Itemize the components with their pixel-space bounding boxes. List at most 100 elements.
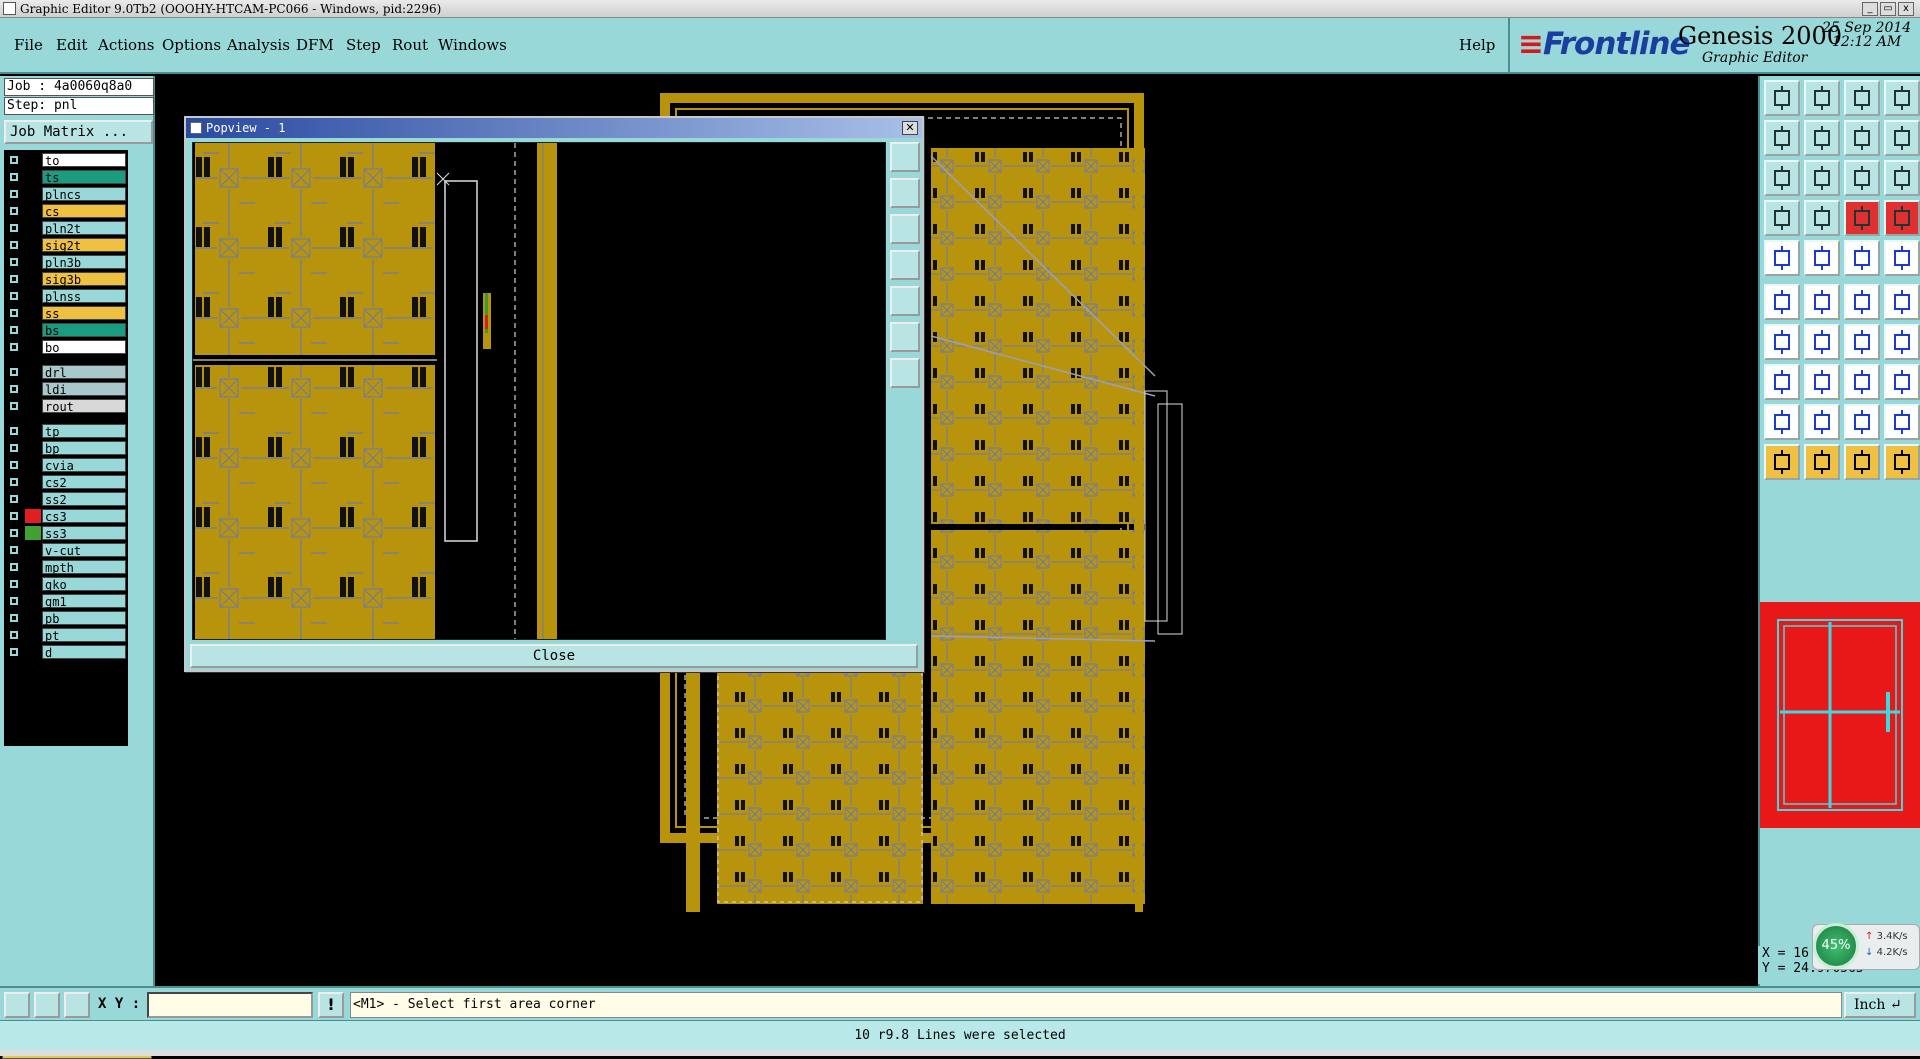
- layer-checkbox[interactable]: [9, 308, 19, 318]
- layer-name[interactable]: bs: [42, 323, 126, 338]
- layer-row-pln2t[interactable]: pln2t: [4, 220, 128, 236]
- layer-name[interactable]: ss2: [42, 492, 126, 507]
- layer-row-plncs[interactable]: plncs: [4, 186, 128, 202]
- layer-checkbox[interactable]: [9, 367, 19, 377]
- layer-up-button[interactable]: [1764, 80, 1800, 116]
- layer-row-d[interactable]: d: [4, 644, 128, 660]
- layer-color-swatch[interactable]: [25, 323, 41, 337]
- layer-checkbox[interactable]: [9, 426, 19, 436]
- unit-selector[interactable]: Inch ↵: [1844, 992, 1916, 1018]
- layer-color-swatch[interactable]: [25, 340, 41, 354]
- menu-dfm[interactable]: DFM: [296, 36, 334, 54]
- layer-name[interactable]: ss: [42, 306, 126, 321]
- undo-view-button[interactable]: [1844, 120, 1880, 156]
- circle-button[interactable]: [1884, 240, 1920, 276]
- layer-color-swatch[interactable]: [25, 441, 41, 455]
- polygon-button[interactable]: [1844, 404, 1880, 440]
- layer-name[interactable]: v-cut: [42, 543, 126, 558]
- popview-pan-down-button[interactable]: [890, 214, 920, 244]
- layer-row-pln3b[interactable]: pln3b: [4, 254, 128, 270]
- overview-map[interactable]: [1760, 602, 1920, 828]
- layer-checkbox[interactable]: [9, 206, 19, 216]
- layer-color-swatch[interactable]: [25, 153, 41, 167]
- line-button[interactable]: [1804, 364, 1840, 400]
- layer-checkbox[interactable]: [9, 630, 19, 640]
- split-window-button[interactable]: [1884, 80, 1920, 116]
- menu-rout[interactable]: Rout: [392, 36, 428, 54]
- layer-name[interactable]: pt: [42, 628, 126, 643]
- layer-color-swatch[interactable]: [25, 577, 41, 591]
- network-speed-widget[interactable]: 45% ↑ 3.4K/s ↓ 4.2K/s: [1812, 923, 1920, 970]
- layer-color-swatch[interactable]: [25, 272, 41, 286]
- layer-name[interactable]: to: [42, 153, 126, 168]
- move-button[interactable]: [1844, 284, 1880, 320]
- layer-row-bp[interactable]: bp: [4, 440, 128, 456]
- layer-name[interactable]: plncs: [42, 187, 126, 202]
- layer-row-drl[interactable]: drl: [4, 364, 128, 380]
- layer-color-swatch[interactable]: [25, 560, 41, 574]
- popview-close-button[interactable]: Close: [190, 644, 918, 668]
- layer-checkbox[interactable]: [9, 189, 19, 199]
- layer-checkbox[interactable]: [9, 647, 19, 657]
- grid-button[interactable]: [1804, 200, 1840, 236]
- layer-name[interactable]: sig2t: [42, 238, 126, 253]
- layer-color-swatch[interactable]: [25, 526, 41, 540]
- line-edit-button[interactable]: [1804, 240, 1840, 276]
- layer-row-cs[interactable]: cs: [4, 203, 128, 219]
- layer-checkbox[interactable]: [9, 384, 19, 394]
- menu-help[interactable]: Help: [1459, 36, 1495, 54]
- copy-button[interactable]: [1884, 284, 1920, 320]
- layer-row-plnss[interactable]: plnss: [4, 288, 128, 304]
- surface-button[interactable]: [1804, 404, 1840, 440]
- popview-zoom-in-button[interactable]: [890, 142, 920, 172]
- cutout-button[interactable]: [1884, 404, 1920, 440]
- layer-name[interactable]: gko: [42, 577, 126, 592]
- layer-row-ss2[interactable]: ss2: [4, 491, 128, 507]
- one-to-one-button[interactable]: [1844, 160, 1880, 196]
- layer-name[interactable]: cs: [42, 204, 126, 219]
- layer-checkbox[interactable]: [9, 342, 19, 352]
- grid-snap-button[interactable]: [64, 992, 90, 1018]
- layer-row-rout[interactable]: rout: [4, 398, 128, 414]
- layer-name[interactable]: rout: [42, 399, 126, 414]
- snap-mode-button[interactable]: [4, 992, 30, 1018]
- minimize-button[interactable]: _: [1862, 2, 1878, 16]
- pan-left-button[interactable]: [1764, 120, 1800, 156]
- layer-name[interactable]: gm1: [42, 594, 126, 609]
- net-button[interactable]: [1844, 200, 1880, 236]
- xy-input[interactable]: [147, 992, 313, 1018]
- job-matrix-button[interactable]: Job Matrix ...: [4, 120, 153, 144]
- layer-checkbox[interactable]: [9, 528, 19, 538]
- zoom-fit-button[interactable]: [1764, 160, 1800, 196]
- layer-checkbox[interactable]: [9, 494, 19, 504]
- layer-name[interactable]: bo: [42, 340, 126, 355]
- pattern-button[interactable]: [1884, 364, 1920, 400]
- popview-title-bar[interactable]: Popview - 1 ✕: [186, 118, 922, 138]
- layer-checkbox[interactable]: [9, 274, 19, 284]
- close-window-button[interactable]: x: [1898, 2, 1914, 16]
- layer-checkbox[interactable]: [9, 240, 19, 250]
- layer-color-swatch[interactable]: [25, 458, 41, 472]
- layer-color-swatch[interactable]: [25, 492, 41, 506]
- layer-row-ss[interactable]: ss: [4, 305, 128, 321]
- select-point-button[interactable]: [1844, 444, 1880, 480]
- layer-name[interactable]: cs3: [42, 509, 126, 524]
- menu-options[interactable]: Options: [162, 36, 221, 54]
- popview-pan-left-button[interactable]: [890, 250, 920, 280]
- layer-row-pb[interactable]: pb: [4, 610, 128, 626]
- app-icon[interactable]: [3, 2, 16, 15]
- layer-color-swatch[interactable]: [25, 645, 41, 659]
- layer-checkbox[interactable]: [9, 172, 19, 182]
- layer-color-swatch[interactable]: [25, 238, 41, 252]
- snap-button[interactable]: [1764, 200, 1800, 236]
- layer-checkbox[interactable]: [9, 579, 19, 589]
- pan-right-button[interactable]: [1804, 120, 1840, 156]
- layer-color-swatch[interactable]: [25, 399, 41, 413]
- layer-name[interactable]: pln3b: [42, 255, 126, 270]
- popview-pan-right-button[interactable]: [890, 286, 920, 316]
- layer-name[interactable]: cvia: [42, 458, 126, 473]
- popview-fit-button[interactable]: [890, 322, 920, 352]
- layer-row-bs[interactable]: bs: [4, 322, 128, 338]
- layer-color-swatch[interactable]: [25, 628, 41, 642]
- layer-row-cs3[interactable]: cs3: [4, 508, 128, 524]
